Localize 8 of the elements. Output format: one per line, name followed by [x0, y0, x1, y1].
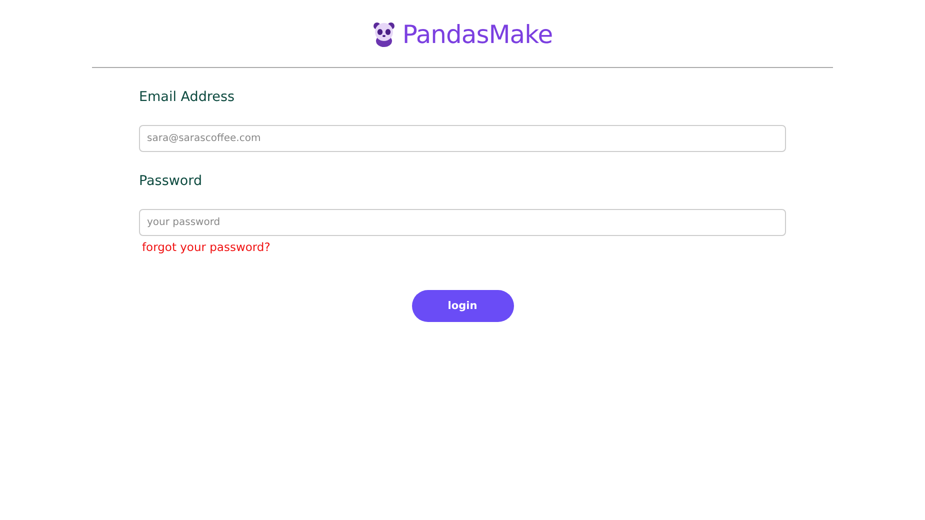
password-field[interactable]: your password [139, 209, 786, 236]
email-field[interactable]: sara@sarascoffee.com [139, 125, 786, 152]
panda-logo-icon [372, 21, 396, 47]
login-button[interactable]: login [412, 290, 514, 322]
field-label: Email Address [139, 89, 236, 107]
field-label: Password [139, 173, 204, 191]
forgot-password-link[interactable]: forgot your password? [142, 240, 270, 254]
brand-name: PandasMake [402, 20, 553, 48]
